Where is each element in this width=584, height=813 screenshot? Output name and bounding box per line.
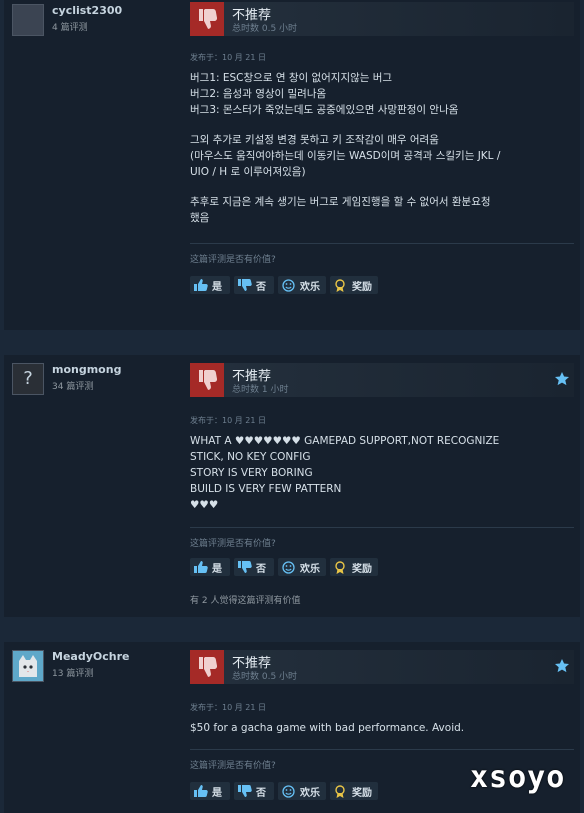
cat-avatar-icon[interactable] [12,650,44,682]
funny-label: 欢乐 [300,564,320,575]
thumbs-down-icon [238,279,252,291]
divider [190,749,574,750]
award-icon [335,785,345,798]
yes-label: 是 [212,564,222,575]
review-line: 버그2: 음성과 영상이 밀려나옴 [190,88,327,100]
review-body: 버그1: ESC창으로 연 창이 없어지지않는 버그 버그2: 음성과 영상이 … [190,70,574,226]
review-line: 했음 [190,212,210,224]
review-card: cyclist2300 4 篇评测 不推荐 总时数 0.5 小时 发布于：10 … [4,0,580,330]
posted-date: 发布于：10 月 21 日 [190,703,266,712]
review-line: 버그1: ESC창으로 연 창이 없어지지않는 버그 [190,72,393,84]
award-button[interactable]: 奖励 [330,276,378,294]
watermark-logo: xsoyo [470,760,566,795]
funny-label: 欢乐 [300,282,320,293]
author-name[interactable]: MeadyOchre [52,650,129,663]
thumbs-down-icon [190,2,224,36]
no-label: 否 [256,788,266,799]
review-body: WHAT A ♥♥♥♥♥♥♥ GAMEPAD SUPPORT,NOT RECOG… [190,433,574,513]
helpful-question: 这篇评测是否有价值? [190,761,276,771]
no-button[interactable]: 否 [234,276,274,294]
funny-button[interactable]: 欢乐 [278,782,326,800]
author-name[interactable]: cyclist2300 [52,4,122,17]
review-line: WHAT A ♥♥♥♥♥♥♥ GAMEPAD SUPPORT,NOT RECOG… [190,435,500,447]
yes-label: 是 [212,788,222,799]
funny-label: 欢乐 [300,788,320,799]
divider [190,243,574,244]
user-avatar-icon[interactable] [12,4,44,36]
review-line: ♥♥♥ [190,499,219,511]
review-line: $50 for a gacha game with bad performanc… [190,722,465,734]
thumbs-up-icon [194,561,208,573]
smile-icon [282,279,295,292]
thumbs-down-icon [238,561,252,573]
no-button[interactable]: 否 [234,558,274,576]
review-line: 그외 추가로 키설정 변경 못하고 키 조작감이 매우 어려움 [190,134,439,146]
thumbs-down-icon [190,363,224,397]
author-review-count[interactable]: 13 篇评测 [52,666,93,679]
hours-played: 总时数 1 小时 [232,385,289,395]
helpful-question: 这篇评测是否有价值? [190,255,276,265]
award-button[interactable]: 奖励 [330,782,378,800]
question-mark-avatar-icon[interactable]: ? [12,363,44,395]
no-label: 否 [256,564,266,575]
smile-icon [282,785,295,798]
yes-button[interactable]: 是 [190,782,230,800]
hours-played: 总时数 0.5 小时 [232,24,298,34]
thumbs-down-icon [190,650,224,684]
star-icon[interactable] [554,658,570,674]
yes-label: 是 [212,282,222,293]
vote-header[interactable]: 不推荐 总时数 0.5 小时 [190,650,574,684]
helpful-question: 这篇评测是否有价值? [190,539,276,549]
yes-button[interactable]: 是 [190,276,230,294]
review-line: STICK, NO KEY CONFIG [190,451,311,463]
review-line: UIO / H 로 이루어져있음) [190,166,306,178]
helpful-count: 有 2 人觉得这篇评测有价值 [190,596,301,606]
author-review-count[interactable]: 34 篇评测 [52,379,93,392]
award-icon [335,279,345,292]
funny-button[interactable]: 欢乐 [278,558,326,576]
no-label: 否 [256,282,266,293]
thumbs-up-icon [194,279,208,291]
hours-played: 总时数 0.5 小时 [232,672,298,682]
award-label: 奖励 [352,282,372,293]
smile-icon [282,561,295,574]
star-icon[interactable] [554,371,570,387]
review-line: 버그3: 몬스터가 죽었는데도 공중에있으면 사망판정이 안나옴 [190,104,459,116]
review-line: (마우스도 움직여야하는데 이동키는 WASD이며 공격과 스킬키는 JKL / [190,150,501,162]
yes-button[interactable]: 是 [190,558,230,576]
thumbs-up-icon [194,785,208,797]
vote-header[interactable]: 不推荐 总时数 0.5 小时 [190,2,574,36]
posted-date: 发布于：10 月 21 日 [190,416,266,425]
award-label: 奖励 [352,564,372,575]
author-name[interactable]: mongmong [52,363,121,376]
award-button[interactable]: 奖励 [330,558,378,576]
review-card: ? mongmong 34 篇评测 不推荐 总时数 1 小时 发布于：10 月 … [4,355,580,617]
funny-button[interactable]: 欢乐 [278,276,326,294]
no-button[interactable]: 否 [234,782,274,800]
award-icon [335,561,345,574]
review-line: BUILD IS VERY FEW PATTERN [190,483,342,495]
divider [190,527,574,528]
review-line: 추후로 지금은 계속 생기는 버그로 게임진행을 할 수 없어서 환분요청 [190,196,491,208]
thumbs-down-icon [238,785,252,797]
author-review-count[interactable]: 4 篇评测 [52,20,88,33]
review-body: $50 for a gacha game with bad performanc… [190,720,574,736]
posted-date: 发布于：10 月 21 日 [190,53,266,62]
review-line: STORY IS VERY BORING [190,467,313,479]
award-label: 奖励 [352,788,372,799]
vote-header[interactable]: 不推荐 总时数 1 小时 [190,363,574,397]
